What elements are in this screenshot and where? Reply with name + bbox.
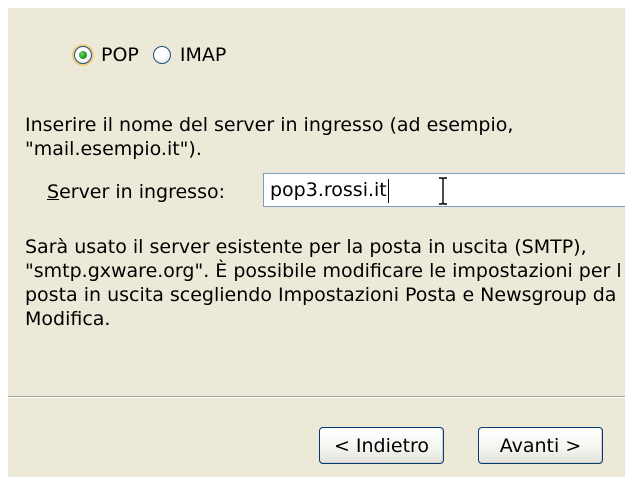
next-button[interactable]: Avanti > [478, 427, 603, 464]
incoming-server-row: Server in ingresso: [47, 175, 225, 209]
footer-separator [8, 396, 625, 398]
pop-radio-option[interactable]: POP [74, 43, 141, 67]
incoming-server-value[interactable]: pop3.rossi.it [270, 179, 387, 201]
instruction-line-2: "mail.esempio.it"). [25, 138, 202, 160]
ibeam-cursor-icon [439, 177, 447, 205]
instruction-line-1: Inserire il nome del server in ingresso … [25, 114, 514, 136]
incoming-server-label-rest: erver in ingresso: [59, 181, 225, 203]
back-button[interactable]: < Indietro [319, 427, 444, 464]
imap-radio-label[interactable]: IMAP [178, 43, 228, 67]
outgoing-note-line-2: "smtp.gxware.org". È possibile modificar… [25, 260, 622, 282]
pop-radio-label[interactable]: POP [99, 43, 141, 67]
protocol-radio-group: POP IMAP [74, 42, 228, 68]
incoming-server-label-mnemonic: S [47, 181, 60, 203]
outgoing-note-line-4: Modifica. [25, 308, 111, 330]
outgoing-server-note: Sarà usato il server esistente per la po… [25, 235, 625, 331]
account-wizard-panel: POP IMAP Inserire il nome del server in … [8, 8, 625, 477]
outgoing-note-line-1: Sarà usato il server esistente per la po… [25, 236, 587, 258]
incoming-server-label: Server in ingresso: [47, 180, 225, 204]
imap-radio-option[interactable]: IMAP [152, 43, 228, 67]
imap-radio-button[interactable] [152, 46, 171, 64]
outgoing-note-line-3: posta in uscita scegliendo Impostazioni … [25, 284, 617, 306]
pop-radio-button[interactable] [74, 46, 92, 64]
text-caret [387, 178, 389, 203]
incoming-server-instruction: Inserire il nome del server in ingresso … [25, 113, 625, 161]
